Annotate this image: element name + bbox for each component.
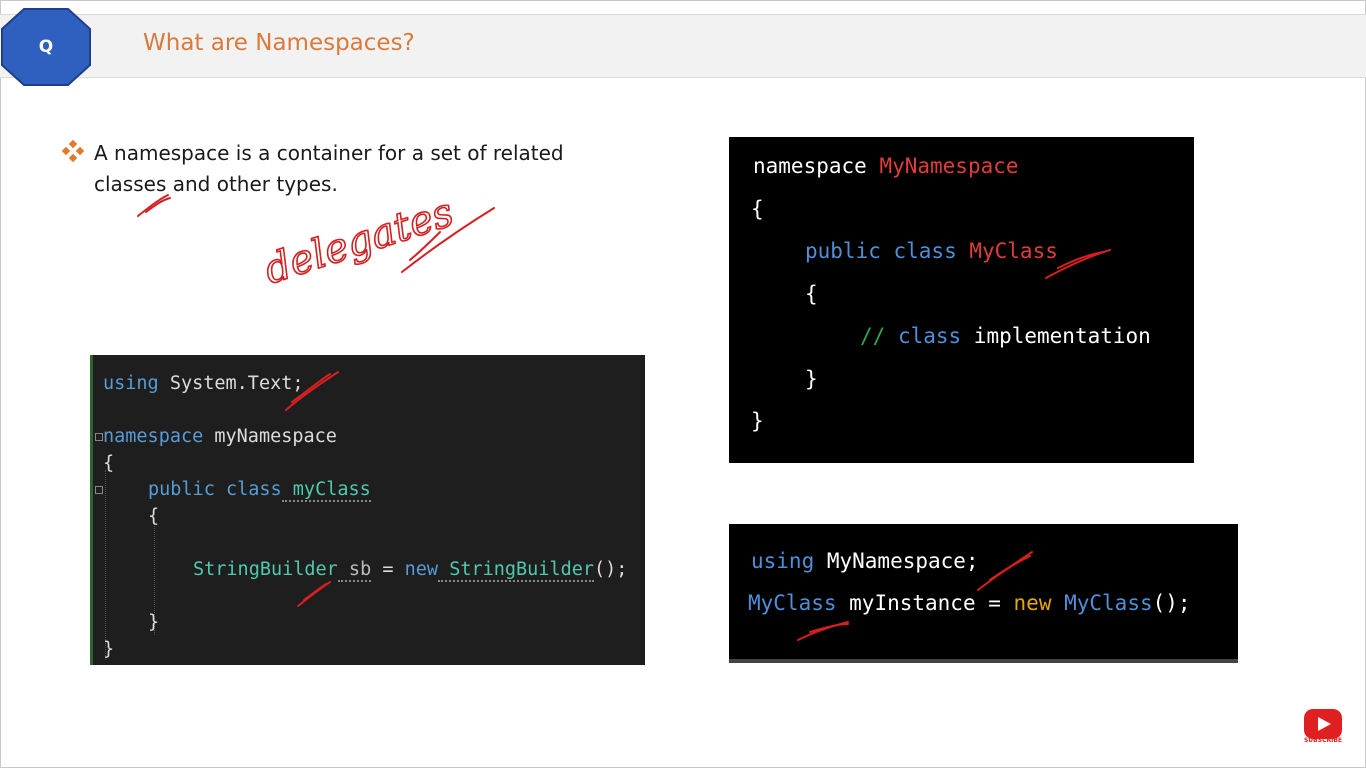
- vs-code-panel: using System.Text; namespace myNamespace…: [90, 355, 645, 665]
- code-line: }: [148, 612, 160, 633]
- code-line: StringBuilder sb = new StringBuilder();: [193, 557, 627, 583]
- namespace-code-panel: namespace MyNamespace { public class MyC…: [729, 137, 1194, 463]
- code-line: public class myClass: [148, 477, 371, 503]
- code-variable: sb: [337, 559, 372, 582]
- code-operator: =: [371, 559, 405, 580]
- code-line: {: [751, 197, 764, 221]
- code-namespace-name: MyNamespace: [866, 154, 1019, 178]
- code-class-name: MyClass: [956, 239, 1058, 263]
- code-line: public class MyClass: [805, 236, 1058, 266]
- badge-letter: Q: [38, 37, 54, 57]
- code-keyword: public: [148, 479, 215, 500]
- code-keyword: class: [214, 479, 282, 500]
- code-type: MyClass: [1051, 591, 1153, 615]
- page-title: What are Namespaces?: [143, 30, 415, 56]
- code-text: implementation: [961, 324, 1151, 348]
- code-line: namespace myNamespace: [103, 424, 337, 450]
- code-keyword: namespace: [753, 154, 867, 178]
- code-type: StringBuilder: [193, 559, 338, 580]
- code-keyword: namespace: [103, 426, 204, 447]
- code-class-name: myClass: [281, 479, 371, 502]
- code-keyword: using: [751, 549, 815, 573]
- code-line: using MyNamespace;: [751, 546, 979, 576]
- question-badge: Q: [0, 7, 92, 87]
- code-punctuation: ();: [1152, 591, 1191, 615]
- code-line: }: [805, 367, 818, 391]
- diamond-bullet-icon: [62, 140, 84, 162]
- code-type: StringBuilder: [438, 559, 594, 582]
- code-identifier: myNamespace: [203, 426, 337, 447]
- code-line: {: [805, 282, 818, 306]
- indent-guide: [105, 470, 106, 660]
- code-line: MyClass myInstance = new MyClass();: [748, 588, 1191, 618]
- code-keyword: new: [1013, 591, 1052, 615]
- code-line: }: [103, 639, 115, 660]
- code-variable: myInstance =: [836, 591, 1014, 615]
- code-line: }: [751, 409, 764, 433]
- code-line: using System.Text;: [103, 371, 304, 397]
- fold-toggle-icon: [95, 486, 103, 494]
- subscribe-label[interactable]: SUBSCRIBE: [1296, 737, 1350, 744]
- code-line: namespace MyNamespace: [753, 151, 1019, 181]
- code-keyword: new: [404, 559, 439, 580]
- code-line: {: [148, 506, 160, 527]
- usage-code-panel: using MyNamespace; MyClass myInstance = …: [729, 524, 1238, 663]
- code-keyword: public: [805, 239, 881, 263]
- code-namespace-ref: System.Text;: [158, 373, 304, 394]
- code-keyword: using: [103, 373, 159, 394]
- code-type: MyClass: [748, 591, 837, 615]
- code-punctuation: ();: [594, 559, 628, 580]
- bullet-text: A namespace is a container for a set of …: [94, 141, 564, 196]
- code-line: // class implementation: [860, 321, 1151, 351]
- code-comment: //: [860, 324, 886, 348]
- change-gutter: [90, 355, 93, 665]
- code-keyword: class: [880, 239, 957, 263]
- code-keyword: class: [885, 324, 962, 348]
- fold-toggle-icon: [95, 433, 103, 441]
- code-namespace-ref: MyNamespace;: [814, 549, 979, 573]
- code-line: {: [103, 453, 115, 474]
